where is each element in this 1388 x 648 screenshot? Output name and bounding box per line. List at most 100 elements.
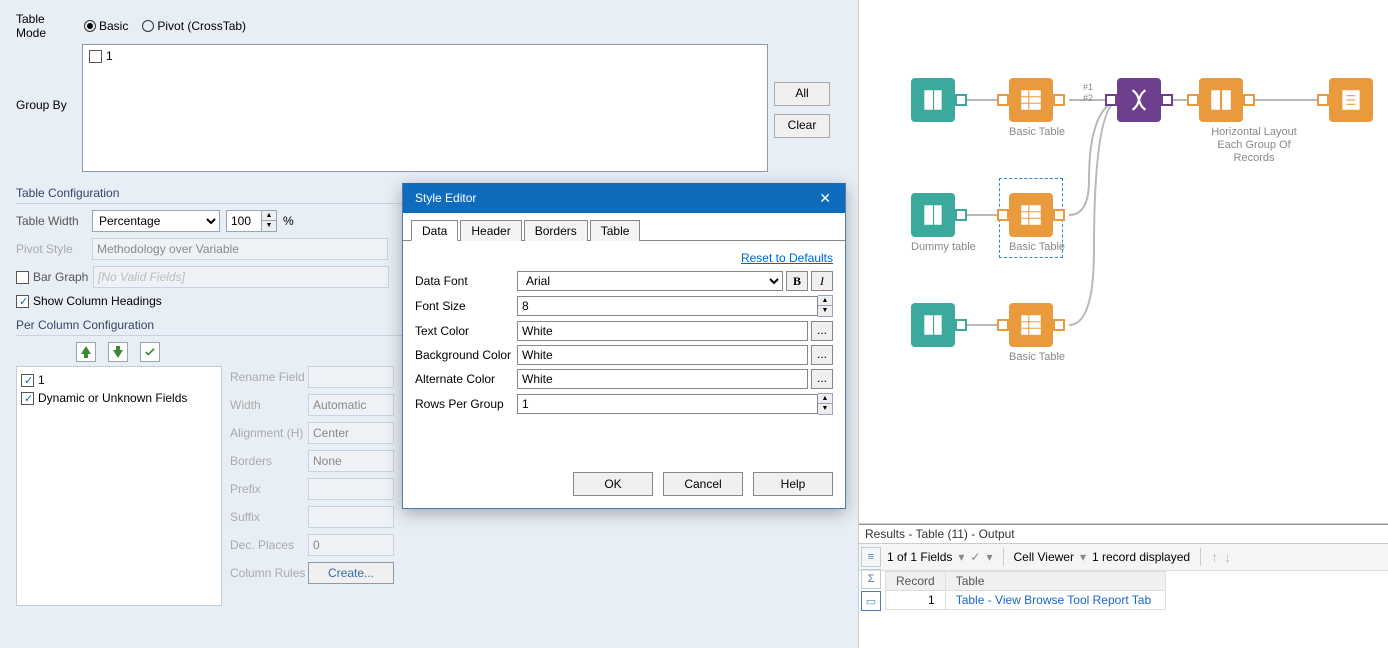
background-color-browse-button[interactable]: ... xyxy=(811,345,833,365)
table-width-select[interactable]: Percentage xyxy=(92,210,220,232)
radio-pivot-label: Pivot (CrossTab) xyxy=(157,19,246,33)
font-size-label: Font Size xyxy=(415,299,517,313)
alignment-select: Center xyxy=(308,422,394,444)
borders-label: Borders xyxy=(230,454,308,468)
table-mode-label: Table Mode xyxy=(16,12,76,40)
bar-graph-checkbox[interactable] xyxy=(16,271,29,284)
font-size-input[interactable] xyxy=(517,296,818,316)
field-item-1-label: 1 xyxy=(38,373,45,387)
tool-basic-table-1[interactable] xyxy=(1009,78,1053,122)
width-select: Automatic xyxy=(308,394,394,416)
prefix-label: Prefix xyxy=(230,482,308,496)
tool-layout[interactable] xyxy=(1199,78,1243,122)
create-button[interactable]: Create... xyxy=(308,562,394,584)
col-record[interactable]: Record xyxy=(886,572,946,591)
field-list[interactable]: 1 Dynamic or Unknown Fields xyxy=(16,366,222,606)
alternate-color-input[interactable] xyxy=(517,369,808,389)
bar-graph-label: Bar Graph xyxy=(33,270,93,284)
prev-arrow-icon[interactable]: ↑ xyxy=(1211,549,1218,565)
background-color-label: Background Color xyxy=(415,348,517,362)
results-header: Results - Table (11) - Output xyxy=(859,525,1388,544)
tool-input-2[interactable] xyxy=(911,193,955,237)
tool-dna[interactable] xyxy=(1117,78,1161,122)
table-row[interactable]: 1 Table - View Browse Tool Report Tab xyxy=(886,591,1166,610)
radio-basic-label: Basic xyxy=(99,19,128,33)
font-size-spinner[interactable]: ▲▼ xyxy=(818,295,833,317)
rename-field-label: Rename Field xyxy=(230,370,308,384)
close-icon[interactable]: ✕ xyxy=(813,188,837,209)
text-color-browse-button[interactable]: ... xyxy=(811,321,833,341)
suffix-input xyxy=(308,506,394,528)
tab-header[interactable]: Header xyxy=(460,220,521,241)
help-button[interactable]: Help xyxy=(753,472,833,496)
suffix-label: Suffix xyxy=(230,510,308,524)
show-column-headings-label: Show Column Headings xyxy=(33,294,162,308)
pivot-style-value: Methodology over Variable xyxy=(92,238,388,260)
cell-viewer-label[interactable]: Cell Viewer xyxy=(1014,550,1074,564)
apply-button[interactable] xyxy=(140,342,160,362)
move-up-button[interactable] xyxy=(76,342,96,362)
text-color-label: Text Color xyxy=(415,324,517,338)
tool-input-3[interactable] xyxy=(911,303,955,347)
results-table[interactable]: Record Table 1 Table - View Browse Tool … xyxy=(885,571,1166,610)
radio-pivot[interactable] xyxy=(142,20,154,32)
table-width-label: Table Width xyxy=(16,214,92,228)
tool-output[interactable] xyxy=(1329,78,1373,122)
dialog-title: Style Editor xyxy=(415,191,476,205)
percent-label: % xyxy=(283,214,294,228)
workflow-canvas[interactable]: #1 #2 Basic Table Horizontal Layout Each… xyxy=(859,0,1388,524)
results-view-icon-1[interactable]: ≡ xyxy=(861,547,881,567)
clear-button[interactable]: Clear xyxy=(774,114,830,138)
groupby-item-label: 1 xyxy=(106,49,113,63)
tool-basic-table-2[interactable] xyxy=(1009,193,1053,237)
alignment-label: Alignment (H) xyxy=(230,426,308,440)
fields-count[interactable]: 1 of 1 Fields xyxy=(887,550,952,564)
anchor-hash2: #2 xyxy=(1083,93,1093,103)
table-width-spinner[interactable]: ▲▼ xyxy=(262,210,277,232)
prefix-input xyxy=(308,478,394,500)
column-rules-label: Column Rules xyxy=(230,566,308,580)
tool-layout-label: Horizontal Layout Each Group Of Records xyxy=(1199,126,1309,166)
bar-graph-value: [No Valid Fields] xyxy=(93,266,389,288)
cell-table-1[interactable]: Table - View Browse Tool Report Tab xyxy=(945,591,1165,610)
all-button[interactable]: All xyxy=(774,82,830,106)
tool-basic-table-3-label: Basic Table xyxy=(1009,351,1065,364)
check-icon[interactable]: ✓ xyxy=(970,550,980,564)
field-item-1-checkbox[interactable] xyxy=(21,374,34,387)
groupby-item-checkbox[interactable] xyxy=(89,50,102,63)
col-table[interactable]: Table xyxy=(945,572,1165,591)
field-item-dynamic-checkbox[interactable] xyxy=(21,392,34,405)
dec-places-input: 0 xyxy=(308,534,394,556)
text-color-input[interactable] xyxy=(517,321,808,341)
borders-select: None xyxy=(308,450,394,472)
alternate-color-browse-button[interactable]: ... xyxy=(811,369,833,389)
move-down-button[interactable] xyxy=(108,342,128,362)
rows-per-group-spinner[interactable]: ▲▼ xyxy=(818,393,833,415)
tool-basic-table-3[interactable] xyxy=(1009,303,1053,347)
tool-input-2-label: Dummy table xyxy=(911,241,976,254)
rows-per-group-input[interactable] xyxy=(517,394,818,414)
ok-button[interactable]: OK xyxy=(573,472,653,496)
tool-basic-table-1-label: Basic Table xyxy=(1009,126,1065,139)
italic-button[interactable]: I xyxy=(811,271,833,291)
bold-button[interactable]: B xyxy=(786,271,808,291)
dec-places-label: Dec. Places xyxy=(230,538,308,552)
cancel-button[interactable]: Cancel xyxy=(663,472,743,496)
alternate-color-label: Alternate Color xyxy=(415,372,517,386)
reset-to-defaults-link[interactable]: Reset to Defaults xyxy=(415,251,833,265)
show-column-headings-checkbox[interactable] xyxy=(16,295,29,308)
tab-table[interactable]: Table xyxy=(590,220,641,241)
tool-input-1[interactable] xyxy=(911,78,955,122)
group-by-list[interactable]: 1 xyxy=(82,44,768,172)
background-color-input[interactable] xyxy=(517,345,808,365)
pivot-style-label: Pivot Style xyxy=(16,242,92,256)
table-width-input[interactable] xyxy=(226,210,262,232)
next-arrow-icon[interactable]: ↓ xyxy=(1224,549,1231,565)
width-label: Width xyxy=(230,398,308,412)
data-font-label: Data Font xyxy=(415,274,517,288)
radio-basic[interactable] xyxy=(84,20,96,32)
tab-borders[interactable]: Borders xyxy=(524,220,588,241)
data-font-select[interactable]: Arial xyxy=(517,271,783,291)
tool-basic-table-2-label: Basic Table xyxy=(1009,241,1065,254)
tab-data[interactable]: Data xyxy=(411,220,458,241)
